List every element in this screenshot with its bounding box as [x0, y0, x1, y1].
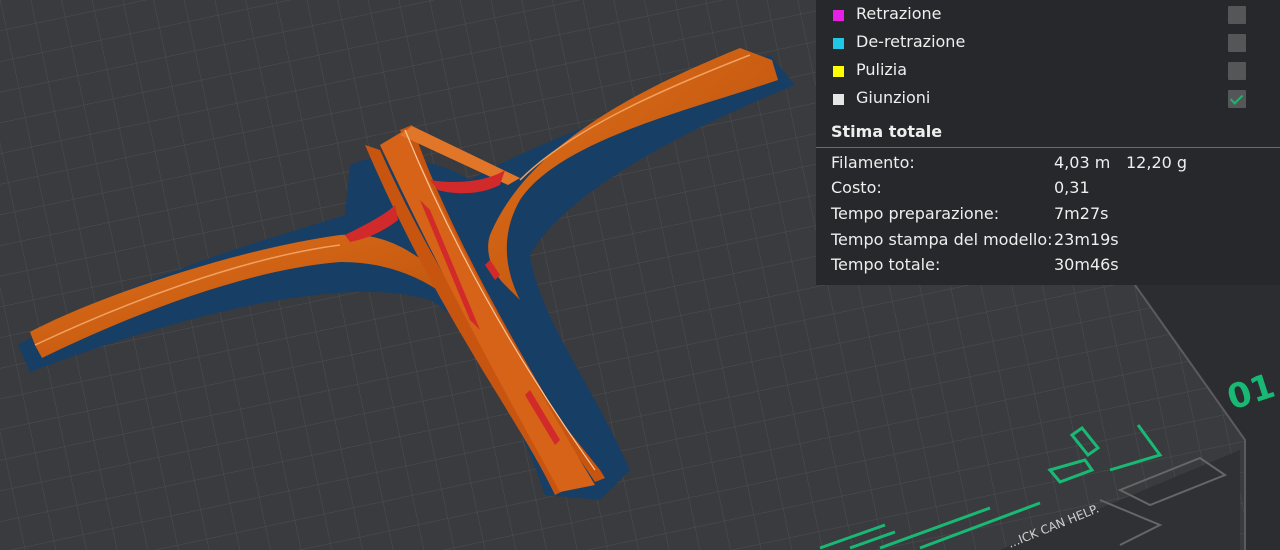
- legend-swatch: [833, 10, 844, 21]
- summary-value: 30m46s: [1054, 255, 1119, 274]
- summary-row-model-print-time: Tempo stampa del modello: 23m19s: [816, 229, 1280, 251]
- legend-checkbox-seams[interactable]: [1228, 90, 1246, 108]
- summary-label: Filamento:: [831, 153, 915, 172]
- legend-label: Retrazione: [856, 4, 942, 23]
- summary-label: Costo:: [831, 178, 882, 197]
- legend-row-seams: Giunzioni: [816, 88, 1280, 118]
- legend-swatch: [833, 66, 844, 77]
- legend-swatch: [833, 38, 844, 49]
- summary-divider: [816, 147, 1280, 148]
- summary-row-filament: Filamento: 4,03 m 12,20 g: [816, 152, 1280, 174]
- summary-label: Tempo totale:: [831, 255, 941, 274]
- legend-checkbox-retraction[interactable]: [1228, 6, 1246, 24]
- summary-label: Tempo stampa del modello:: [831, 230, 1053, 249]
- legend-checkbox-deretraction[interactable]: [1228, 34, 1246, 52]
- summary-row-cost: Costo: 0,31: [816, 177, 1280, 199]
- summary-value-weight: 12,20 g: [1126, 153, 1188, 172]
- summary-value: 23m19s: [1054, 230, 1119, 249]
- summary-label: Tempo preparazione:: [831, 204, 1000, 223]
- summary-value: 7m27s: [1054, 204, 1109, 223]
- legend-label: Pulizia: [856, 60, 908, 79]
- legend-label: De-retrazione: [856, 32, 966, 51]
- legend-row-deretraction: De-retrazione: [816, 32, 1280, 62]
- legend-swatch: [833, 94, 844, 105]
- summary-value: 4,03 m: [1054, 153, 1111, 172]
- summary-title: Stima totale: [831, 122, 943, 141]
- summary-row-total-time: Tempo totale: 30m46s: [816, 254, 1280, 276]
- legend-label: Giunzioni: [856, 88, 931, 107]
- legend-row-retraction: Retrazione: [816, 4, 1280, 34]
- legend-panel: Retrazione De-retrazione Pulizia Giunzio…: [816, 0, 1280, 285]
- summary-value: 0,31: [1054, 178, 1090, 197]
- legend-row-wipe: Pulizia: [816, 60, 1280, 90]
- legend-checkbox-wipe[interactable]: [1228, 62, 1246, 80]
- summary-row-prep-time: Tempo preparazione: 7m27s: [816, 203, 1280, 225]
